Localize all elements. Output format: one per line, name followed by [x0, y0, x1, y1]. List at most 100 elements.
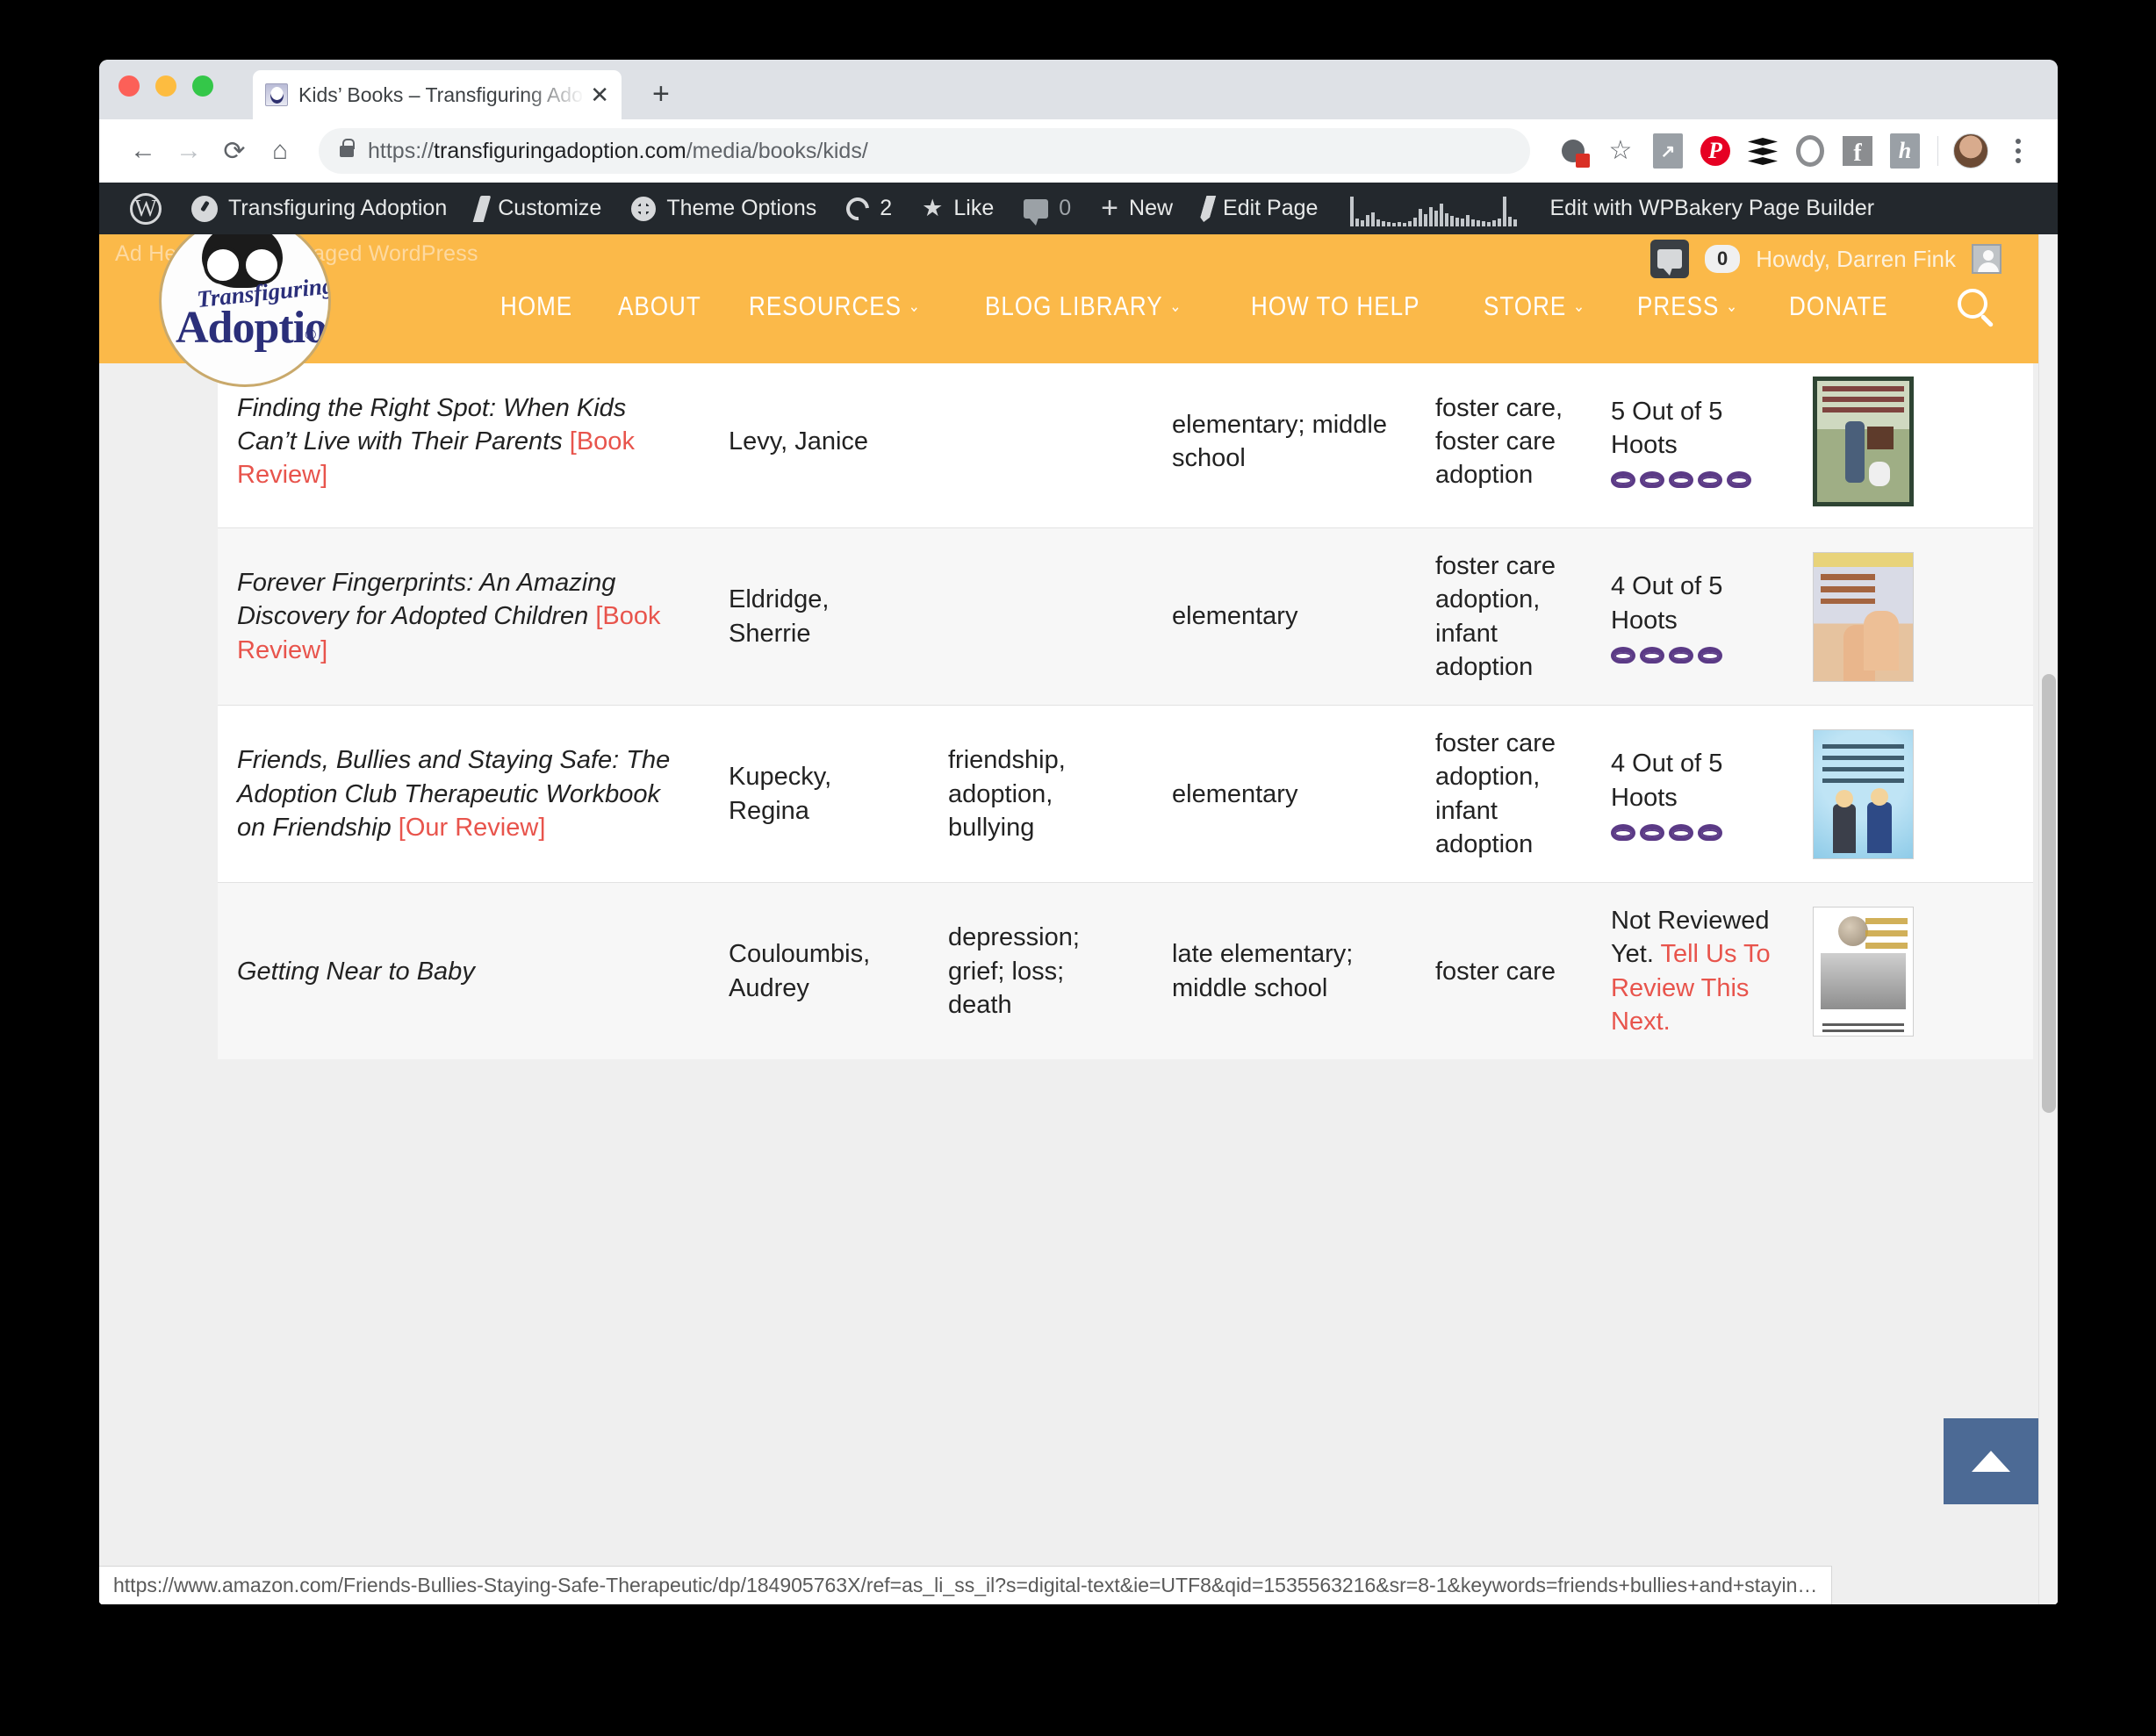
nav-label: HOME — [499, 291, 573, 321]
buffer-icon[interactable] — [1739, 127, 1786, 175]
cell-title[interactable]: Getting Near to Baby — [218, 882, 709, 1060]
opera-icon[interactable] — [1786, 127, 1834, 175]
honey-icon[interactable]: h — [1881, 127, 1929, 175]
browser-menu-icon[interactable] — [1994, 127, 2042, 175]
book-cover-image[interactable] — [1813, 728, 1914, 859]
scrollbar-thumb[interactable] — [2042, 674, 2056, 1113]
cell-topic: depression; grief; loss; death — [929, 882, 1153, 1060]
back-to-top-button[interactable] — [1944, 1418, 2038, 1504]
wp-admin-bar: W Transfiguring Adoption Customize Theme… — [99, 183, 2058, 234]
address-bar[interactable]: https://transfiguringadoption.com/media/… — [319, 128, 1530, 174]
plus-icon: + — [1101, 190, 1119, 225]
cell-age: elementary; middle school — [1153, 355, 1416, 528]
lock-icon — [340, 138, 355, 157]
comment-icon[interactable] — [1649, 240, 1689, 278]
site-logo[interactable]: Transfiguring Adoption ® — [159, 215, 331, 387]
browser-tab[interactable]: Kids’ Books – Transfiguring Ado ✕ — [253, 70, 622, 119]
user-greeting[interactable]: Howdy, Darren Fink — [1756, 246, 1956, 273]
user-avatar[interactable] — [1972, 244, 2001, 274]
cell-type: foster care adoption, infant adoption — [1416, 527, 1592, 706]
url-host: transfiguringadoption.com — [434, 138, 686, 163]
bookmark-star-icon[interactable]: ☆ — [1597, 127, 1644, 175]
hoot-icon — [1640, 644, 1664, 664]
wp-new[interactable]: + New — [1086, 183, 1188, 234]
book-title: Getting Near to Baby — [237, 957, 475, 986]
close-window-button[interactable] — [119, 75, 140, 97]
wp-updates[interactable]: 2 — [831, 183, 907, 234]
nav-label: STORE — [1484, 291, 1567, 321]
page-scrollbar[interactable] — [2038, 183, 2058, 1604]
hoot-rating — [1611, 469, 1774, 489]
table-row[interactable]: Friends, Bullies and Staying Safe: The A… — [218, 705, 2033, 883]
nav-item-press[interactable]: PRESS ⌄ — [1637, 291, 1738, 322]
stats-sparkline-icon[interactable] — [1333, 191, 1534, 226]
wordpress-icon: W — [130, 192, 162, 225]
nav-item-resources[interactable]: RESOURCES ⌄ — [749, 291, 921, 322]
comment-icon — [1024, 198, 1049, 226]
book-cover-image[interactable] — [1813, 377, 1914, 507]
forward-icon[interactable]: → — [166, 128, 212, 174]
hoot-rating — [1611, 644, 1774, 664]
wp-customize[interactable]: Customize — [462, 183, 616, 234]
cell-rating: 5 Out of 5 Hoots — [1592, 355, 1793, 528]
hoot-icon — [1611, 469, 1635, 489]
wp-site-name[interactable]: Transfiguring Adoption — [176, 183, 462, 234]
favicon-icon — [265, 83, 288, 106]
url-path: /media/books/kids/ — [686, 138, 868, 163]
new-tab-button[interactable]: + — [652, 79, 670, 109]
cell-title[interactable]: Forever Fingerprints: An Amazing Discove… — [218, 527, 709, 706]
wp-page-builder[interactable]: Edit with WPBakery Page Builder — [1534, 183, 1889, 234]
nav-item-blog-library[interactable]: BLOG LIBRARY ⌄ — [985, 291, 1182, 322]
close-icon[interactable]: ✕ — [590, 83, 609, 106]
wp-site-label: Transfiguring Adoption — [228, 196, 448, 220]
table-row[interactable]: Finding the Right Spot: When Kids Can’t … — [218, 355, 2033, 528]
chevron-down-icon: ⌄ — [1169, 297, 1182, 316]
book-title: Finding the Right Spot: When Kids Can’t … — [237, 393, 627, 456]
chevron-down-icon: ⌄ — [1725, 297, 1738, 316]
wp-like[interactable]: ★ Like — [907, 183, 1009, 234]
cell-topic — [929, 355, 1153, 528]
avatar[interactable] — [1947, 127, 1994, 175]
cookie-blocker-icon[interactable] — [1549, 127, 1597, 175]
nav-item-donate[interactable]: DONATE — [1789, 291, 1888, 322]
table-row[interactable]: Forever Fingerprints: An Amazing Discove… — [218, 527, 2033, 706]
nav-label: BLOG LIBRARY — [984, 291, 1163, 321]
nav-item-how-to-help[interactable]: HOW TO HELP — [1251, 291, 1419, 322]
url-scheme: https:// — [368, 138, 435, 163]
nav-item-about[interactable]: ABOUT — [618, 291, 701, 322]
nav-item-store[interactable]: STORE ⌄ — [1484, 291, 1585, 322]
minimize-window-button[interactable] — [155, 75, 176, 97]
book-cover-image[interactable] — [1813, 906, 1914, 1037]
wp-theme-options-label: Theme Options — [666, 196, 817, 220]
wp-page-builder-label: Edit with WPBakery Page Builder — [1549, 196, 1875, 220]
cell-title[interactable]: Friends, Bullies and Staying Safe: The A… — [218, 705, 709, 883]
pencil-icon — [1199, 196, 1217, 222]
wp-theme-options[interactable]: Theme Options — [616, 183, 831, 234]
cell-author: Kupecky, Regina — [709, 705, 929, 883]
nav-label: PRESS — [1636, 291, 1720, 321]
wp-edit-page[interactable]: Edit Page — [1188, 183, 1333, 234]
hoot-icon — [1669, 821, 1693, 841]
reload-icon[interactable]: ⟳ — [212, 128, 257, 174]
rating-text: 4 Out of 5 Hoots — [1611, 572, 1723, 635]
wp-updates-count: 2 — [880, 196, 893, 220]
facebook-icon[interactable]: f — [1834, 127, 1881, 175]
update-icon — [841, 192, 874, 225]
hoot-icon — [1611, 821, 1635, 841]
hoot-icon — [1669, 469, 1693, 489]
table-row[interactable]: Getting Near to Baby Couloumbis, Audrey … — [218, 882, 2033, 1060]
home-icon[interactable]: ⌂ — [257, 128, 303, 174]
book-review-link[interactable]: [Our Review] — [399, 814, 546, 842]
rating-text: 4 Out of 5 Hoots — [1611, 750, 1723, 812]
analytics-extension-icon[interactable]: ↗ — [1644, 127, 1692, 175]
wp-logo-menu[interactable]: W — [115, 183, 176, 234]
search-icon[interactable] — [1958, 289, 1987, 319]
nav-item-home[interactable]: HOME — [500, 291, 572, 322]
pinterest-icon[interactable]: P — [1692, 127, 1739, 175]
book-cover-image[interactable] — [1813, 551, 1914, 682]
site-nav: HOME ABOUT RESOURCES ⌄ BLOG LIBRARY ⌄ HO… — [500, 291, 1907, 322]
maximize-window-button[interactable] — [192, 75, 213, 97]
cell-topic — [929, 527, 1153, 706]
back-icon[interactable]: ← — [120, 128, 166, 174]
wp-comments[interactable]: 0 — [1009, 183, 1086, 234]
